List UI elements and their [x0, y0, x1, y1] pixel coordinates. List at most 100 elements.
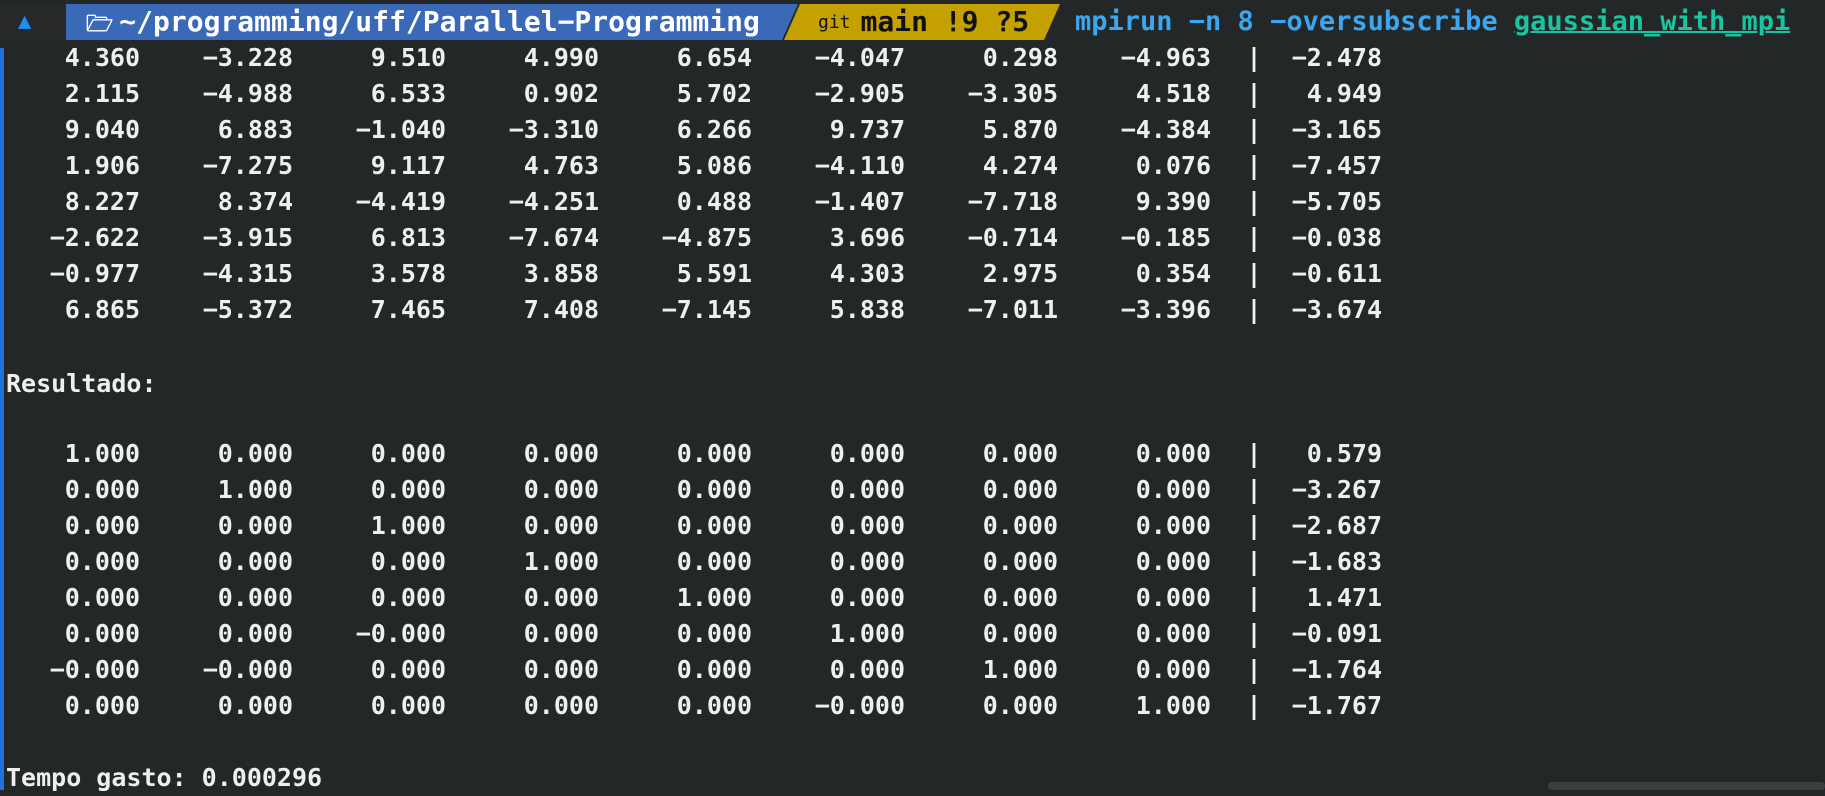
matrix-cell: 0.000	[64, 583, 140, 612]
matrix-cell: 0.000	[829, 439, 905, 468]
matrix-cell: 0.000	[64, 547, 140, 576]
matrix-cell: −4.875	[661, 223, 752, 252]
matrix-cell: 1.000	[982, 655, 1058, 684]
matrix-cell: −7.275	[202, 151, 293, 180]
matrix-cell: 6.654	[676, 43, 752, 72]
matrix-cell: 0.000	[829, 583, 905, 612]
matrix-cell: 5.591	[676, 259, 752, 288]
matrix-cell: 0.000	[523, 619, 599, 648]
matrix-cell: 0.000	[523, 691, 599, 720]
matrix-cell: 0.000	[523, 511, 599, 540]
rhs-cell: −1.764	[1291, 655, 1382, 684]
matrix-cell: 0.076	[1135, 151, 1211, 180]
matrix-row: 0.000 0.000 1.000 0.000 0.000 0.000 0.000 0.000…	[0, 508, 1400, 544]
matrix-cell: 3.578	[370, 259, 446, 288]
matrix-cell: −0.714	[967, 223, 1058, 252]
matrix-row: 0.000 0.000 0.000 0.000 1.000 0.000 0.000 0.000…	[0, 580, 1400, 616]
matrix-cell: 0.000	[64, 619, 140, 648]
matrix-row: 1.000 0.000 0.000 0.000 0.000 0.000 0.000 0.000…	[0, 436, 1400, 472]
matrix-cell: −3.305	[967, 79, 1058, 108]
augment-separator: |	[1246, 655, 1262, 684]
matrix-cell: −3.310	[508, 115, 599, 144]
matrix-cell: 9.040	[64, 115, 140, 144]
matrix-cell: 1.000	[64, 439, 140, 468]
matrix-cell: 0.000	[217, 619, 293, 648]
matrix-cell: 0.000	[523, 583, 599, 612]
matrix-cell: 9.390	[1135, 187, 1211, 216]
matrix-cell: 1.000	[370, 511, 446, 540]
horizontal-scrollbar[interactable]	[1548, 782, 1825, 790]
matrix-cell: 0.000	[676, 655, 752, 684]
rhs-cell: −0.038	[1291, 223, 1382, 252]
matrix-row: 9.040 6.883 −1.040 −3.310 6.266 9.737 5.870 −4.…	[0, 112, 1400, 148]
matrix-cell: 7.465	[370, 295, 446, 324]
matrix-row: 8.227 8.374 −4.419 −4.251 0.488 −1.407 −7.718 9…	[0, 184, 1400, 220]
matrix-cell: −3.228	[202, 43, 293, 72]
matrix-cell: 0.902	[523, 79, 599, 108]
matrix-row: 1.906 −7.275 9.117 4.763 5.086 −4.110 4.274 0.0…	[0, 148, 1400, 184]
matrix-cell: −0.977	[49, 259, 140, 288]
command-argument[interactable]: gaussian_with_mpi	[1514, 6, 1790, 37]
matrix-cell: −0.000	[355, 619, 446, 648]
matrix-cell: 0.000	[370, 439, 446, 468]
matrix-cell: 0.000	[1135, 547, 1211, 576]
matrix-cell: 0.000	[523, 439, 599, 468]
augment-separator: |	[1246, 295, 1262, 324]
matrix-cell: 9.117	[370, 151, 446, 180]
augment-separator: |	[1246, 691, 1262, 720]
matrix-cell: −4.384	[1120, 115, 1211, 144]
matrix-cell: 0.000	[676, 547, 752, 576]
rhs-cell: −7.457	[1291, 151, 1382, 180]
matrix-cell: 6.813	[370, 223, 446, 252]
matrix-cell: 0.000	[217, 547, 293, 576]
rhs-cell: 1.471	[1306, 583, 1382, 612]
matrix-cell: 0.000	[1135, 619, 1211, 648]
matrix-cell: −2.622	[49, 223, 140, 252]
matrix-cell: 0.000	[217, 691, 293, 720]
matrix-cell: 4.274	[982, 151, 1058, 180]
elapsed-time: Tempo gasto: 0.000296	[6, 763, 323, 792]
matrix-cell: 0.000	[676, 475, 752, 504]
matrix-cell: −1.040	[355, 115, 446, 144]
git-status: git main !9 ?5	[818, 4, 1029, 40]
matrix-cell: 6.865	[64, 295, 140, 324]
matrix-cell: 0.000	[1135, 511, 1211, 540]
matrix-cell: 0.000	[982, 439, 1058, 468]
matrix-cell: −3.396	[1120, 295, 1211, 324]
matrix-row: 0.000 0.000 0.000 0.000 0.000 −0.000 0.000 1.00…	[0, 688, 1400, 724]
matrix-cell: 0.000	[370, 475, 446, 504]
matrix-cell: 9.737	[829, 115, 905, 144]
matrix-row: 0.000 0.000 −0.000 0.000 0.000 1.000 0.000 0.00…	[0, 616, 1400, 652]
matrix-cell: 3.858	[523, 259, 599, 288]
augment-separator: |	[1246, 583, 1262, 612]
matrix-cell: 0.000	[64, 475, 140, 504]
matrix-cell: −0.000	[202, 655, 293, 684]
matrix-cell: 9.510	[370, 43, 446, 72]
matrix-cell: −7.674	[508, 223, 599, 252]
rhs-cell: −2.478	[1291, 43, 1382, 72]
matrix-cell: 4.360	[64, 43, 140, 72]
matrix-cell: 0.000	[370, 547, 446, 576]
matrix-cell: −3.915	[202, 223, 293, 252]
matrix-row: 6.865 −5.372 7.465 7.408 −7.145 5.838 −7.011 −3…	[0, 292, 1400, 328]
matrix-cell: −4.963	[1120, 43, 1211, 72]
rhs-cell: 0.579	[1306, 439, 1382, 468]
rhs-cell: −5.705	[1291, 187, 1382, 216]
result-label: Resultado:	[6, 369, 157, 398]
matrix-cell: 0.488	[676, 187, 752, 216]
matrix-cell: 0.000	[1135, 583, 1211, 612]
matrix-cell: 4.303	[829, 259, 905, 288]
augment-separator: |	[1246, 115, 1262, 144]
matrix-cell: −7.145	[661, 295, 752, 324]
matrix-cell: 6.883	[217, 115, 293, 144]
matrix-cell: 0.000	[982, 619, 1058, 648]
matrix-cell: 0.000	[523, 475, 599, 504]
matrix-cell: 0.000	[1135, 475, 1211, 504]
matrix-cell: 0.000	[64, 691, 140, 720]
rhs-cell: −0.611	[1291, 259, 1382, 288]
matrix-cell: 5.086	[676, 151, 752, 180]
matrix-cell: 0.000	[217, 583, 293, 612]
matrix-row: 0.000 0.000 0.000 1.000 0.000 0.000 0.000 0.000…	[0, 544, 1400, 580]
matrix-cell: 4.518	[1135, 79, 1211, 108]
matrix-row: −0.000 −0.000 0.000 0.000 0.000 0.000 1.000 0.0…	[0, 652, 1400, 688]
